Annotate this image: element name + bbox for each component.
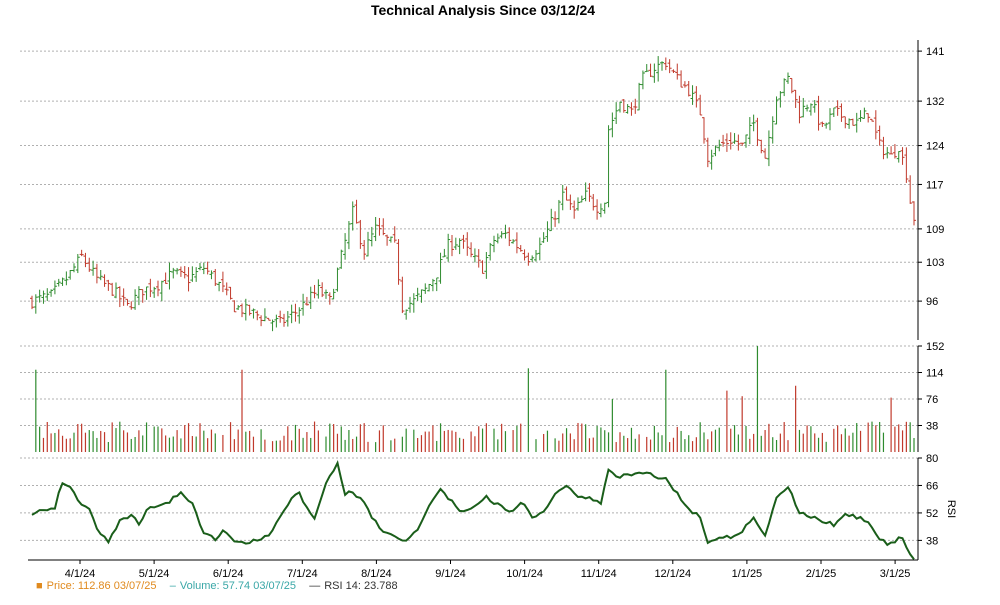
x-tick-label: 5/1/24: [139, 568, 170, 580]
volume-bars: [35, 346, 915, 452]
price-tick-label: 109: [926, 224, 944, 236]
rsi-path: [31, 460, 915, 560]
axis-layer: 96 103 109 117 124 132 141 38 76 114 152 38 52 66 80 4/…: [28, 40, 957, 580]
x-tick-label: 3/1/25: [880, 568, 911, 580]
price-tick-label: 117: [926, 179, 944, 191]
legend: ■ Price: 112.86 03/07/25 – Volume: 57.74 0…: [36, 580, 402, 592]
rsi-legend: RSI 14: 23.788: [324, 580, 398, 592]
rsi-tick-label: 80: [926, 453, 938, 465]
price-tick-label: 124: [926, 141, 944, 153]
price-tick-label: 103: [926, 257, 944, 269]
rsi-tick-label: 52: [926, 508, 938, 520]
x-tick-label: 1/1/25: [732, 568, 763, 580]
volume-tick-label: 76: [926, 394, 938, 406]
chart-title: Technical Analysis Since 03/12/24: [371, 2, 595, 18]
price-legend-marker: ■: [36, 580, 43, 592]
price-tick-label: 96: [926, 296, 938, 308]
x-tick-label: 2/1/25: [806, 568, 837, 580]
technical-chart: Technical Analysis Since 03/12/24 96 103 1…: [20, 2, 957, 580]
rsi-tick-label: 38: [926, 535, 938, 547]
x-tick-label: 11/1/24: [581, 568, 617, 580]
chart-root: Technical Analysis Since 03/12/24 96 103 1…: [0, 0, 1000, 600]
price-tick-label: 141: [926, 46, 944, 58]
rsi-tick-label: 66: [926, 480, 938, 492]
x-tick-label: 9/1/24: [435, 568, 466, 580]
x-tick-label: 6/1/24: [213, 568, 244, 580]
x-tick-label: 10/1/24: [506, 568, 543, 580]
x-tick-label: 8/1/24: [361, 568, 392, 580]
rsi-legend-marker: —: [309, 580, 321, 592]
rsi-axis-label: RSI: [945, 500, 957, 518]
x-tick-label: 12/1/24: [654, 568, 691, 580]
price-legend: Price: 112.86 03/07/25: [46, 580, 157, 592]
rsi-line: [31, 460, 915, 560]
volume-legend: Volume: 57.74 03/07/25: [179, 580, 297, 592]
grid-layer: [20, 50, 918, 541]
price-tick-label: 132: [926, 96, 944, 108]
price-bars: [30, 56, 916, 332]
volume-legend-marker: –: [169, 580, 176, 592]
volume-tick-label: 152: [926, 341, 944, 353]
volume-tick-label: 114: [926, 368, 944, 380]
x-tick-label: 4/1/24: [65, 568, 96, 580]
x-tick-label: 7/1/24: [287, 568, 318, 580]
volume-tick-label: 38: [926, 421, 938, 433]
